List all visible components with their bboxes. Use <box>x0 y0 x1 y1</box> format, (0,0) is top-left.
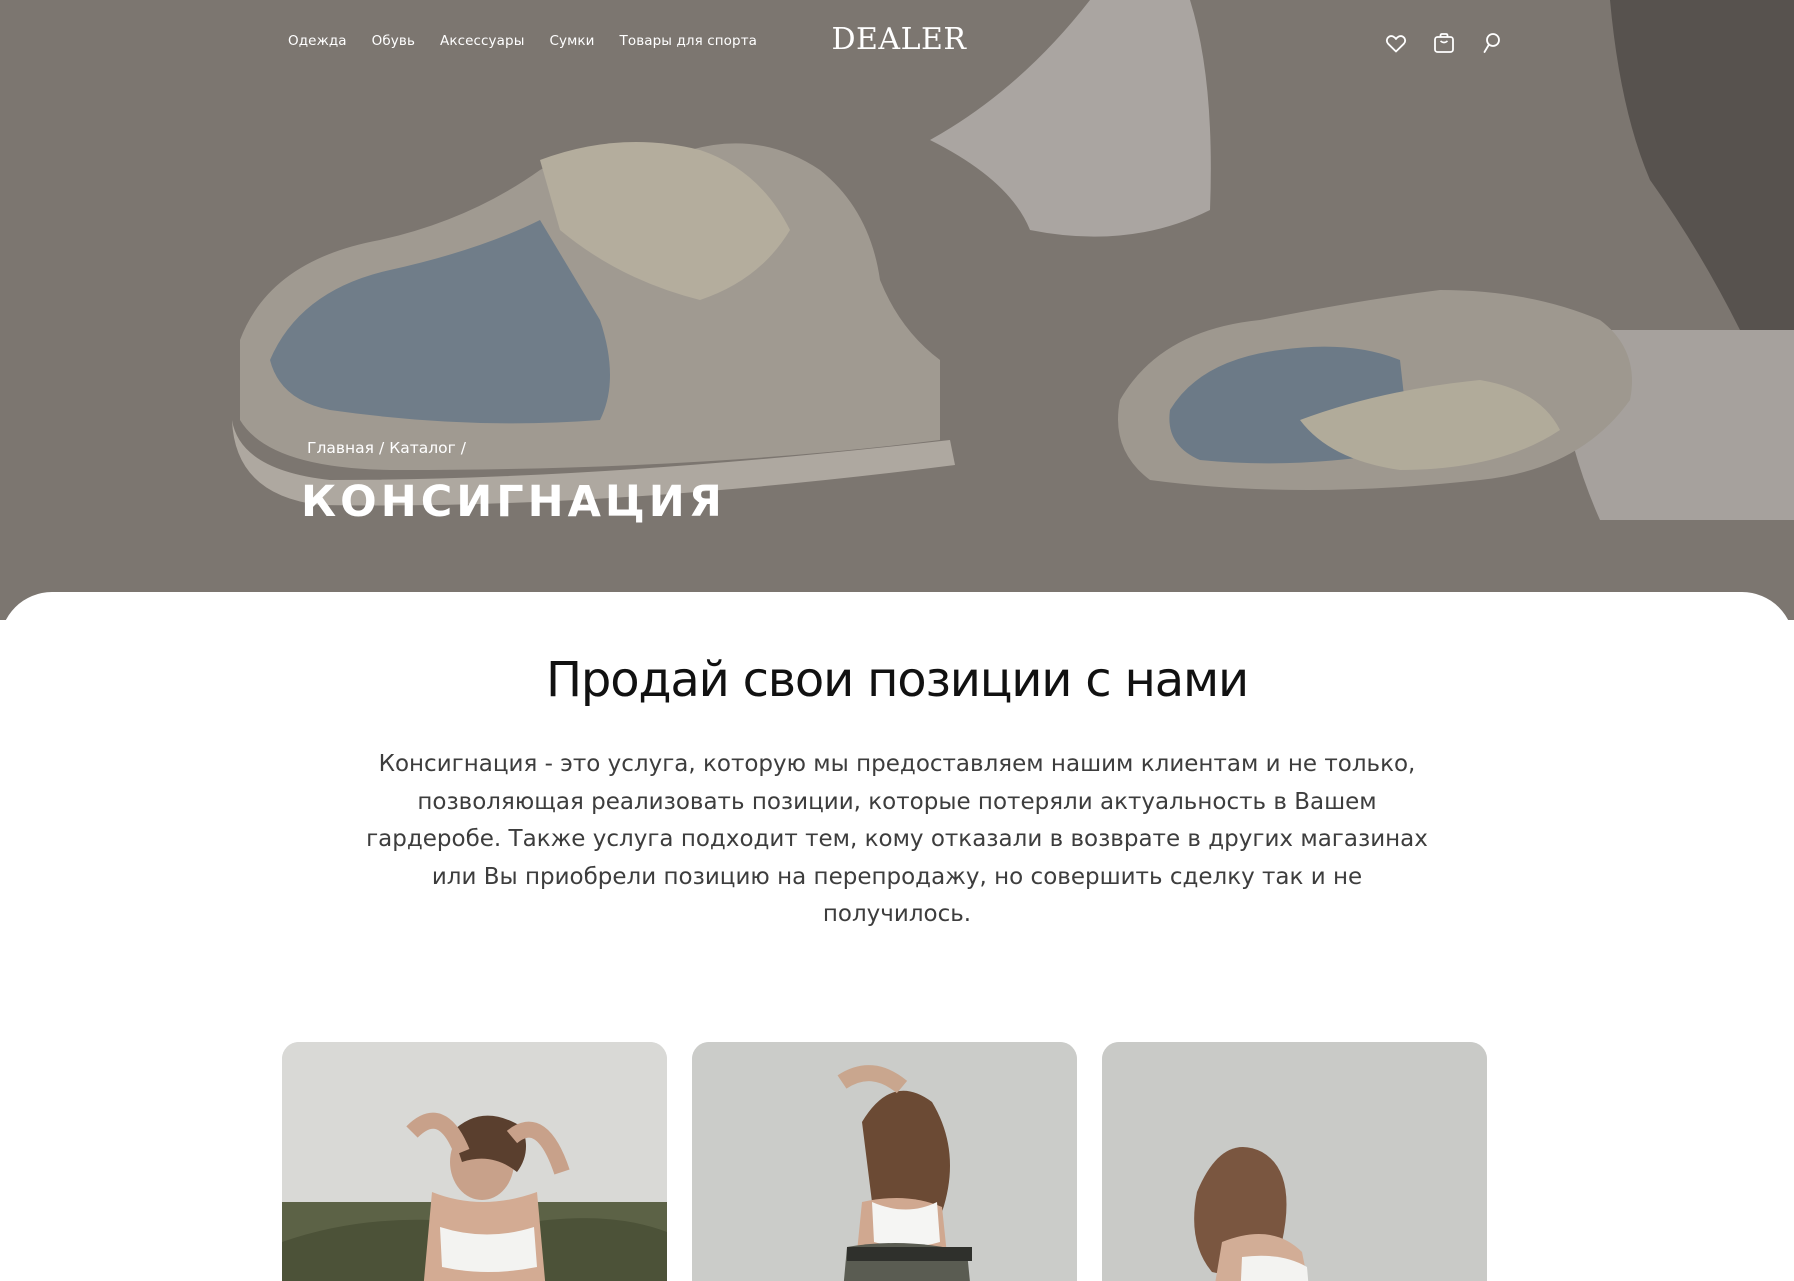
breadcrumb-separator: / <box>378 439 385 457</box>
card-model-3[interactable] <box>1102 1042 1487 1281</box>
hero-sneakers-image <box>0 0 1794 620</box>
nav-item-sport-goods[interactable]: Товары для спорта <box>619 33 757 49</box>
model-photo-2 <box>692 1042 1077 1281</box>
nav-item-accessories[interactable]: Аксессуары <box>440 33 524 49</box>
model-photo-3 <box>1102 1042 1487 1281</box>
model-cards <box>282 1042 1487 1281</box>
breadcrumb-home[interactable]: Главная <box>307 439 374 457</box>
heart-icon[interactable] <box>1384 31 1408 55</box>
main-nav: Одежда Обувь Аксессуары Сумки Товары для… <box>288 33 757 49</box>
hero-banner: Одежда Обувь Аксессуары Сумки Товары для… <box>0 0 1794 620</box>
card-model-2[interactable] <box>692 1042 1077 1281</box>
search-icon[interactable] <box>1480 31 1504 55</box>
nav-item-shoes[interactable]: Обувь <box>372 33 415 49</box>
nav-item-bags[interactable]: Сумки <box>549 33 594 49</box>
breadcrumb-separator: / <box>460 439 466 457</box>
section-description: Консигнация - это услуга, которую мы пре… <box>366 751 1428 927</box>
page: Одежда Обувь Аксессуары Сумки Товары для… <box>0 0 1794 1281</box>
breadcrumb-catalog[interactable]: Каталог <box>389 439 456 457</box>
site-logo[interactable]: DEALER <box>826 22 972 57</box>
section-title: Продай свои позиции с нами <box>546 652 1249 708</box>
page-title: КОНСИГНАЦИЯ <box>301 477 726 527</box>
card-model-1[interactable] <box>282 1042 667 1281</box>
nav-item-clothing[interactable]: Одежда <box>288 33 347 49</box>
header-actions <box>1384 31 1504 55</box>
model-photo-1 <box>282 1042 667 1281</box>
breadcrumb: Главная / Каталог / <box>307 439 471 457</box>
bag-icon[interactable] <box>1432 31 1456 55</box>
